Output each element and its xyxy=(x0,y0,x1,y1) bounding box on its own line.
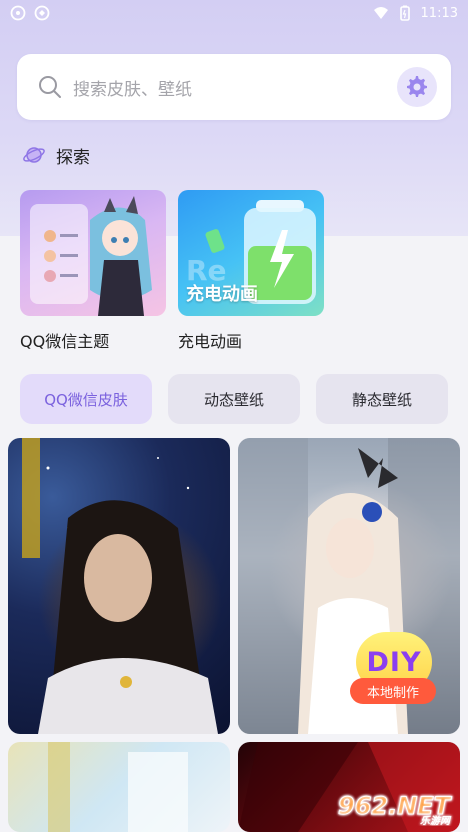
wallpaper-image-dark-hair-portrait xyxy=(22,438,218,734)
tab-qq-wechat-skin[interactable]: QQ微信皮肤 xyxy=(20,374,152,424)
search-icon xyxy=(39,76,61,98)
search-input[interactable]: 搜索皮肤、壁纸 xyxy=(73,75,397,100)
diy-local-create-button[interactable]: DIY 本地制作 xyxy=(350,632,436,704)
diy-label: 本地制作 xyxy=(350,678,436,704)
tab-live-wallpaper[interactable]: 动态壁纸 xyxy=(168,374,300,424)
settings-button[interactable] xyxy=(397,67,437,107)
feature-label-charging-animation: 充电动画 xyxy=(178,332,243,351)
feature-card-qq-theme[interactable]: QQ微信主题 xyxy=(20,190,166,352)
gear-icon xyxy=(407,76,427,97)
explore-header: 探索 xyxy=(22,141,90,169)
wallpaper-card[interactable] xyxy=(8,742,230,832)
watermark: 962.NET 乐游网 xyxy=(334,788,462,827)
feature-card-charging-animation[interactable]: Re 充电动画 充电动画 xyxy=(178,190,324,352)
feature-label-qq-theme: QQ微信主题 xyxy=(20,332,110,351)
qq-theme-thumbnail xyxy=(20,190,166,316)
wifi-icon xyxy=(373,7,388,19)
wallpaper-card[interactable] xyxy=(8,438,230,734)
planet-icon xyxy=(23,147,45,163)
search-bar[interactable]: 搜索皮肤、壁纸 xyxy=(17,54,451,120)
watermark-logo: 962.NET 乐游网 xyxy=(338,792,453,827)
settings-status-icon xyxy=(34,5,50,21)
status-time: 11:13 xyxy=(420,5,458,21)
explore-title: 探索 xyxy=(56,147,90,168)
charging-thumb-text: 充电动画 xyxy=(186,284,258,305)
charging-animation-thumbnail: Re 充电动画 xyxy=(178,190,324,316)
wallpaper-image-light-room xyxy=(48,742,188,832)
category-tabs: QQ微信皮肤 动态壁纸 静态壁纸 xyxy=(20,374,448,424)
tab-static-wallpaper[interactable]: 静态壁纸 xyxy=(316,374,448,424)
svg-text:乐游网: 乐游网 xyxy=(420,815,452,826)
status-bar: 11:13 xyxy=(0,0,468,26)
battery-icon xyxy=(399,5,410,21)
notification-icon xyxy=(10,5,26,21)
anime-character-illustration xyxy=(30,196,152,316)
